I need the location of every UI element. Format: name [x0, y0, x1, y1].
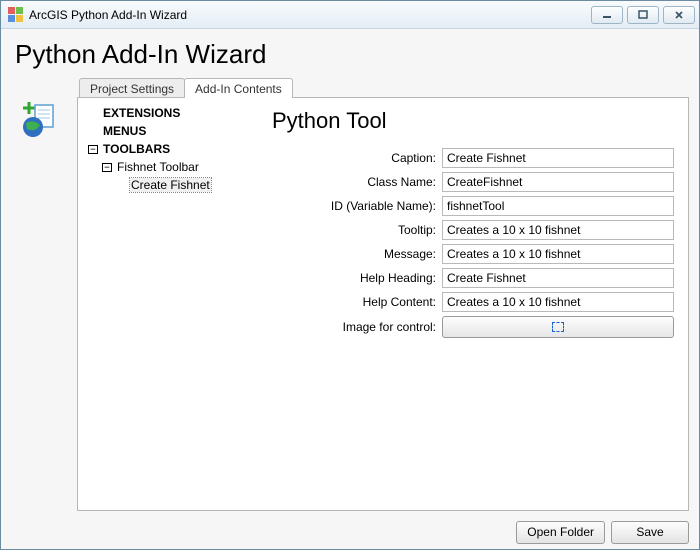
tabstrip: Project Settings Add-In Contents: [77, 76, 689, 98]
classname-field[interactable]: [442, 172, 674, 192]
titlebar: ArcGIS Python Add-In Wizard: [1, 1, 699, 29]
helpcontent-label: Help Content:: [272, 295, 442, 309]
tab-panel: EXTENSIONS MENUS − TOOLBARS: [77, 97, 689, 511]
app-icon: [7, 7, 23, 23]
collapse-icon[interactable]: −: [102, 163, 112, 172]
image-placeholder-icon: [552, 322, 564, 332]
id-label: ID (Variable Name):: [272, 199, 442, 213]
window-title: ArcGIS Python Add-In Wizard: [29, 8, 591, 22]
new-addin-button[interactable]: [16, 94, 64, 142]
tree-extensions[interactable]: EXTENSIONS: [84, 104, 258, 122]
helpcontent-field[interactable]: [442, 292, 674, 312]
image-picker-button[interactable]: [442, 316, 674, 338]
message-label: Message:: [272, 247, 442, 261]
close-button[interactable]: [663, 6, 695, 24]
tab-addin-contents[interactable]: Add-In Contents: [184, 78, 293, 98]
tabs-area: Project Settings Add-In Contents EXTENSI…: [77, 76, 689, 511]
window-buttons: [591, 6, 695, 24]
save-button[interactable]: Save: [611, 521, 689, 544]
id-field[interactable]: [442, 196, 674, 216]
client-area: Python Add-In Wizard: [1, 29, 699, 549]
window: ArcGIS Python Add-In Wizard Python Add-I…: [0, 0, 700, 550]
helpheading-field[interactable]: [442, 268, 674, 288]
tree: EXTENSIONS MENUS − TOOLBARS: [78, 98, 258, 510]
maximize-button[interactable]: [627, 6, 659, 24]
tab-project-settings[interactable]: Project Settings: [79, 78, 185, 98]
message-field[interactable]: [442, 244, 674, 264]
helpheading-label: Help Heading:: [272, 271, 442, 285]
page-title: Python Add-In Wizard: [1, 29, 699, 76]
caption-label: Caption:: [272, 151, 442, 165]
tree-create-fishnet[interactable]: Create Fishnet: [84, 176, 258, 194]
main-row: Project Settings Add-In Contents EXTENSI…: [1, 76, 699, 515]
new-addin-icon: [19, 97, 61, 139]
collapse-icon[interactable]: −: [88, 145, 98, 154]
maximize-icon: [638, 10, 648, 20]
form-title: Python Tool: [272, 108, 674, 134]
tooltip-label: Tooltip:: [272, 223, 442, 237]
close-icon: [674, 10, 684, 20]
toolstrip: [11, 76, 69, 511]
tree-toolbars[interactable]: − TOOLBARS: [84, 140, 258, 158]
minimize-button[interactable]: [591, 6, 623, 24]
tooltip-field[interactable]: [442, 220, 674, 240]
tree-fishnet-toolbar[interactable]: − Fishnet Toolbar: [84, 158, 258, 176]
caption-field[interactable]: [442, 148, 674, 168]
image-label: Image for control:: [272, 320, 442, 334]
tree-menus[interactable]: MENUS: [84, 122, 258, 140]
open-folder-button[interactable]: Open Folder: [516, 521, 605, 544]
classname-label: Class Name:: [272, 175, 442, 189]
form: Python Tool Caption: Class Name: ID (Var…: [258, 98, 688, 510]
minimize-icon: [602, 10, 612, 20]
footer: Open Folder Save: [1, 515, 699, 549]
